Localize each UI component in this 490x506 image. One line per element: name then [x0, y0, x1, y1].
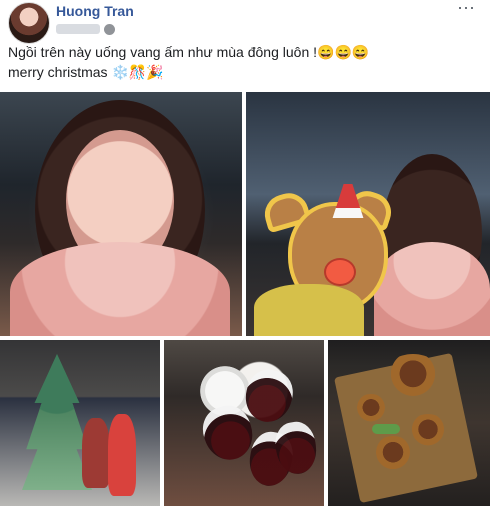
- coat-shape: [374, 242, 490, 336]
- globe-icon: [104, 23, 115, 35]
- reindeer-nose-icon: [324, 258, 356, 286]
- timestamp: [56, 24, 100, 34]
- coat-shape: [10, 242, 230, 336]
- food-icon: [408, 414, 448, 448]
- post-author[interactable]: Huong Tran: [56, 3, 134, 19]
- photo-woman-portrait[interactable]: [0, 92, 242, 336]
- herb-icon: [372, 424, 400, 434]
- facebook-post: Huong Tran ⋯ Ngồi trên này uống vang ấm …: [0, 0, 490, 506]
- more-options-icon[interactable]: ⋯: [457, 0, 476, 17]
- yellow-coat-shape: [254, 284, 364, 336]
- meat-icon: [384, 354, 442, 398]
- post-caption: Ngồi trên này uống vang ấm như mùa đông …: [8, 44, 370, 80]
- photo-food-platter[interactable]: [328, 340, 490, 506]
- person-shape: [108, 414, 136, 496]
- person-shape: [82, 418, 110, 488]
- photo-wine-toast[interactable]: [164, 340, 324, 506]
- avatar[interactable]: [8, 2, 50, 44]
- photo-grid: [0, 92, 490, 506]
- photo-christmas-tree[interactable]: [0, 340, 160, 506]
- timestamp-row: [56, 21, 115, 37]
- food-icon: [372, 436, 414, 472]
- photo-reindeer-selfie[interactable]: [246, 92, 490, 336]
- food-icon: [354, 394, 388, 424]
